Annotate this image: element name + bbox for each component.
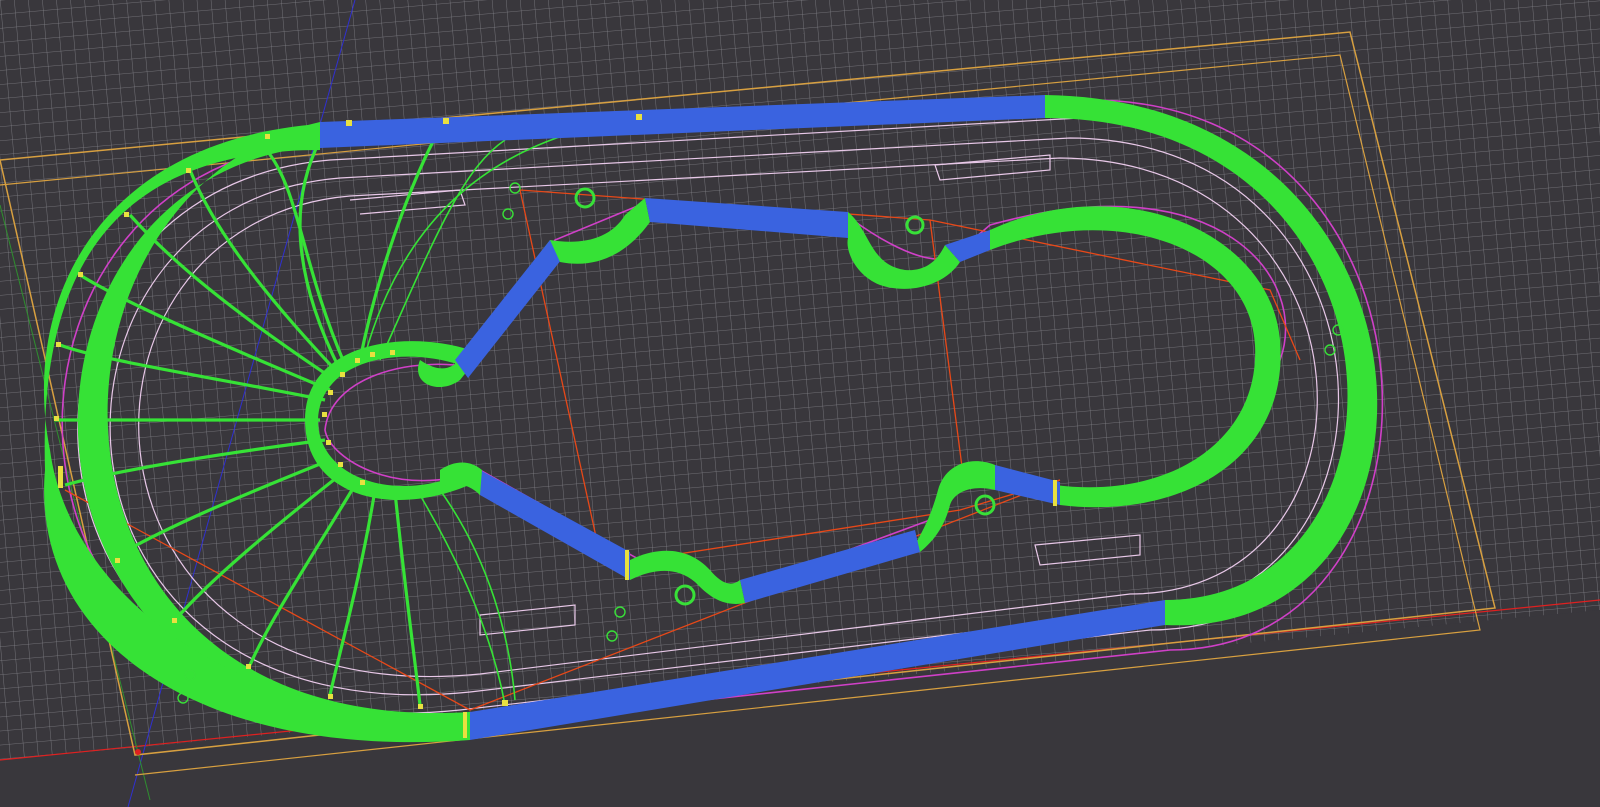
marker-icon	[338, 462, 343, 467]
marker-icon	[328, 694, 333, 699]
marker-icon	[124, 212, 129, 217]
marker-icon	[340, 372, 345, 377]
3d-viewport[interactable]	[0, 0, 1600, 807]
marker-icon	[502, 700, 508, 706]
scene-canvas[interactable]	[0, 0, 1600, 807]
marker-icon	[246, 664, 251, 669]
marker-icon	[172, 618, 177, 623]
marker-icon	[58, 466, 63, 488]
marker-icon	[56, 342, 61, 347]
marker-icon	[346, 120, 352, 126]
marker-icon	[390, 350, 395, 355]
marker-icon	[636, 114, 642, 120]
marker-icon	[115, 558, 120, 563]
marker-icon	[265, 134, 270, 139]
marker-icon	[360, 480, 365, 485]
marker-icon	[355, 358, 360, 363]
marker-icon	[1053, 480, 1057, 506]
axis-origin-icon	[135, 749, 141, 755]
marker-icon	[625, 550, 629, 580]
marker-icon	[418, 704, 423, 709]
marker-icon	[328, 390, 333, 395]
marker-icon	[78, 272, 83, 277]
marker-icon	[186, 168, 191, 173]
marker-icon	[54, 416, 59, 421]
marker-icon	[326, 440, 331, 445]
marker-icon	[370, 352, 375, 357]
marker-icon	[322, 412, 327, 417]
marker-icon	[463, 712, 467, 738]
marker-icon	[443, 118, 449, 124]
